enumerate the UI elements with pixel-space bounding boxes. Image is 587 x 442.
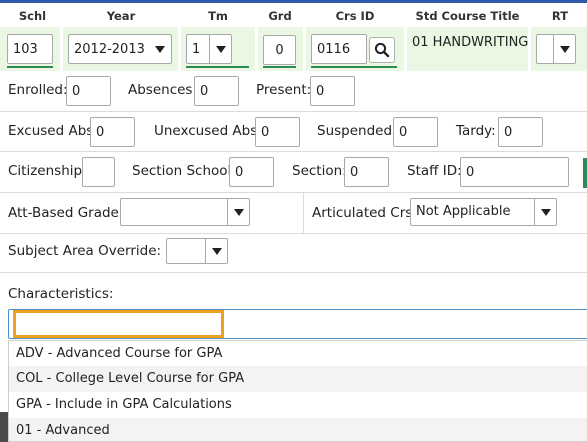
excused-abs-label: Excused Abs:	[8, 123, 98, 139]
divider	[0, 151, 587, 152]
excused-abs-input[interactable]: 0	[90, 117, 135, 147]
search-icon	[374, 42, 390, 58]
tardy-label: Tardy:	[456, 123, 496, 139]
section-input[interactable]: 0	[344, 157, 389, 187]
articulated-crs-select[interactable]: Not Applicable	[410, 198, 557, 226]
dropdown-option[interactable]: COL - College Level Course for GPA	[9, 366, 587, 392]
enrolled-input[interactable]: 0	[66, 76, 111, 106]
schl-underline	[7, 66, 53, 68]
subject-area-override-label: Subject Area Override:	[8, 243, 162, 259]
tm-underline	[186, 66, 249, 68]
std-course-title-value: 01 HANDWRITING	[412, 35, 529, 50]
citizenship-label: Citizenship:	[8, 163, 87, 179]
divider	[0, 272, 587, 273]
search-button[interactable]	[369, 37, 395, 63]
citizenship-input[interactable]	[82, 157, 115, 187]
focus-highlight	[13, 310, 224, 338]
chevron-down-icon[interactable]	[209, 35, 231, 63]
characteristics-label: Characteristics:	[8, 286, 114, 302]
att-based-grade-select[interactable]	[120, 198, 250, 226]
absences-input[interactable]: 0	[194, 76, 239, 106]
chevron-down-icon[interactable]	[205, 239, 227, 263]
col-header-year: Year	[106, 9, 136, 23]
suspended-input[interactable]: 0	[393, 117, 438, 147]
chevron-down-icon[interactable]	[149, 35, 171, 63]
chevron-down-icon[interactable]	[227, 199, 249, 225]
rt-select[interactable]	[536, 34, 576, 64]
col-header-tm: Tm	[208, 9, 228, 23]
enrolled-label: Enrolled:	[8, 82, 68, 98]
top-accent-bar	[0, 0, 587, 3]
col-header-crs-id: Crs ID	[335, 9, 375, 23]
divider	[303, 193, 304, 233]
divider	[0, 192, 587, 193]
col-header-rt: RT	[551, 9, 569, 23]
staff-id-label: Staff ID:	[407, 163, 462, 179]
unexcused-abs-input[interactable]: 0	[255, 117, 300, 147]
absences-label: Absences:	[128, 82, 198, 98]
section-label: Section:	[292, 163, 347, 179]
dropdown-option[interactable]: 01 - Advanced	[9, 418, 587, 441]
divider	[0, 233, 587, 234]
divider	[0, 111, 587, 112]
year-value: 2012-2013	[74, 42, 145, 57]
chevron-down-icon[interactable]	[553, 35, 575, 63]
col-header-schl: Schl	[18, 9, 47, 23]
characteristics-dropdown: ADV - Advanced Course for GPA COL - Coll…	[8, 340, 587, 442]
present-label: Present:	[256, 82, 312, 98]
tm-select[interactable]: 1	[186, 34, 232, 64]
suspended-label: Suspended:	[317, 123, 397, 139]
crs-id-input[interactable]: 0116	[311, 34, 367, 64]
schl-input[interactable]: 103	[7, 34, 53, 64]
dropdown-option[interactable]: ADV - Advanced Course for GPA	[9, 341, 587, 367]
subject-area-override-select[interactable]	[166, 238, 228, 264]
section-school-label: Section School:	[132, 163, 236, 179]
crs-id-underline	[311, 66, 397, 68]
dropdown-option[interactable]: GPA - Include in GPA Calculations	[9, 392, 587, 418]
year-select[interactable]: 2012-2013	[68, 34, 172, 64]
panel-edge	[583, 158, 587, 188]
present-input[interactable]: 0	[310, 76, 355, 106]
chevron-down-icon[interactable]	[534, 199, 556, 225]
unexcused-abs-label: Unexcused Abs:	[154, 123, 262, 139]
articulated-crs-value: Not Applicable	[416, 204, 511, 219]
att-based-grade-label: Att-Based Grade:	[8, 205, 124, 221]
tardy-input[interactable]: 0	[498, 117, 543, 147]
background-edge	[0, 412, 8, 442]
articulated-crs-label: Articulated Crs:	[312, 205, 417, 221]
grd-input[interactable]: 0	[263, 35, 296, 65]
col-header-std-course-title: Std Course Title	[415, 9, 520, 23]
section-school-input[interactable]: 0	[229, 157, 274, 187]
col-header-grd: Grd	[268, 9, 292, 23]
grd-underline	[263, 66, 296, 68]
tm-value: 1	[192, 42, 201, 57]
staff-id-input[interactable]: 0	[460, 157, 569, 187]
